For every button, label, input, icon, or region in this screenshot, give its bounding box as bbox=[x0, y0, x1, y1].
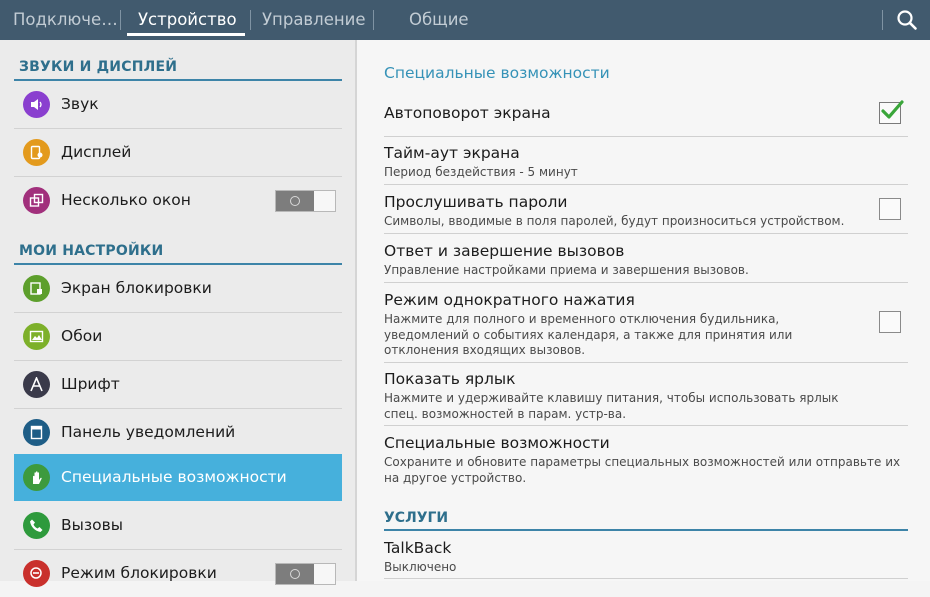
setting-subtitle: Символы, вводимые в поля паролей, будут … bbox=[384, 214, 845, 228]
speaker-icon bbox=[23, 91, 50, 118]
tab-separator bbox=[373, 10, 374, 30]
setting-title: Автоповорот экрана bbox=[384, 104, 551, 122]
setting-title: Специальные возможности bbox=[384, 434, 610, 452]
sidebar-item-accessibility[interactable]: Специальные возможности bbox=[14, 454, 342, 501]
section-divider bbox=[384, 529, 908, 531]
sidebar-item-calls[interactable]: Вызовы bbox=[14, 502, 342, 549]
sidebar-item-label: Экран блокировки bbox=[61, 279, 212, 297]
multi-window-toggle[interactable] bbox=[275, 190, 336, 212]
setting-talkback[interactable]: TalkBack Выключено bbox=[384, 538, 908, 576]
font-icon bbox=[23, 371, 50, 398]
toggle-knob bbox=[276, 564, 314, 584]
page-title: Специальные возможности bbox=[384, 64, 610, 82]
list-divider bbox=[384, 362, 908, 363]
sidebar-item-label: Панель уведомлений bbox=[61, 423, 236, 441]
multi-window-icon bbox=[23, 187, 50, 214]
setting-subtitle: Выключено bbox=[384, 560, 457, 574]
section-header-services: УСЛУГИ bbox=[384, 510, 449, 526]
list-divider bbox=[384, 425, 908, 426]
setting-speak-passwords[interactable]: Прослушивать пароли Символы, вводимые в … bbox=[384, 192, 908, 230]
display-icon bbox=[23, 139, 50, 166]
setting-subtitle: Сохраните и обновите параметры специальн… bbox=[384, 455, 901, 485]
setting-subtitle: Период бездействия - 5 минут bbox=[384, 165, 578, 179]
setting-auto-rotate[interactable]: Автоповорот экрана bbox=[384, 103, 908, 123]
list-divider bbox=[384, 136, 908, 137]
lock-screen-icon bbox=[23, 275, 50, 302]
setting-single-tap-mode[interactable]: Режим однократного нажатия Нажмите для п… bbox=[384, 290, 908, 359]
tab-general[interactable]: Общие bbox=[409, 0, 469, 40]
setting-subtitle: Нажмите и удерживайте клавишу питания, ч… bbox=[384, 391, 839, 421]
speak-passwords-checkbox[interactable] bbox=[879, 198, 901, 220]
notification-panel-icon bbox=[23, 419, 50, 446]
tab-connections[interactable]: Подключе… bbox=[13, 0, 118, 40]
setting-screen-timeout[interactable]: Тайм-аут экрана Период бездействия - 5 м… bbox=[384, 143, 908, 181]
tab-separator bbox=[882, 10, 883, 30]
setting-title: Режим однократного нажатия bbox=[384, 291, 635, 309]
section-header-my-settings: МОИ НАСТРОЙКИ bbox=[19, 243, 164, 259]
list-divider bbox=[384, 233, 908, 234]
sidebar-item-label: Шрифт bbox=[61, 375, 120, 393]
accessibility-hand-icon bbox=[23, 464, 50, 491]
sidebar-item-font[interactable]: Шрифт bbox=[14, 361, 342, 408]
sidebar-item-label: Режим блокировки bbox=[61, 564, 217, 582]
sidebar-item-multi-window[interactable]: Несколько окон bbox=[14, 177, 342, 224]
sidebar-item-display[interactable]: Дисплей bbox=[14, 129, 342, 176]
sidebar-item-label: Несколько окон bbox=[61, 191, 191, 209]
sidebar-item-notification-panel[interactable]: Панель уведомлений bbox=[14, 409, 342, 456]
setting-title: Тайм-аут экрана bbox=[384, 144, 520, 162]
checkmark-icon bbox=[881, 100, 904, 119]
sidebar-item-label: Дисплей bbox=[61, 143, 132, 161]
list-divider bbox=[384, 578, 908, 579]
list-divider bbox=[384, 184, 908, 185]
setting-title: Ответ и завершение вызовов bbox=[384, 242, 625, 260]
setting-subtitle: Нажмите для полного и временного отключе… bbox=[384, 312, 793, 357]
tab-controls[interactable]: Управление bbox=[262, 0, 366, 40]
sidebar-item-wallpaper[interactable]: Обои bbox=[14, 313, 342, 360]
sidebar-item-label: Звук bbox=[61, 95, 99, 113]
toggle-knob bbox=[276, 191, 314, 211]
sidebar-item-blocking-mode[interactable]: Режим блокировки bbox=[14, 550, 342, 597]
sidebar-item-label: Обои bbox=[61, 327, 103, 345]
sidebar-item-label: Вызовы bbox=[61, 516, 123, 534]
setting-title: Прослушивать пароли bbox=[384, 193, 568, 211]
single-tap-mode-checkbox[interactable] bbox=[879, 311, 901, 333]
phone-icon bbox=[23, 512, 50, 539]
setting-subtitle: Управление настройками приема и завершен… bbox=[384, 263, 749, 277]
setting-show-shortcut[interactable]: Показать ярлык Нажмите и удерживайте кла… bbox=[384, 369, 908, 422]
tab-separator bbox=[120, 10, 121, 30]
tab-separator bbox=[250, 10, 251, 30]
sidebar-item-sound[interactable]: Звук bbox=[14, 81, 342, 128]
list-divider bbox=[384, 282, 908, 283]
wallpaper-icon bbox=[23, 323, 50, 350]
setting-answer-end-calls[interactable]: Ответ и завершение вызовов Управление на… bbox=[384, 241, 908, 279]
setting-manage-accessibility[interactable]: Специальные возможности Сохраните и обно… bbox=[384, 433, 908, 486]
setting-title: TalkBack bbox=[384, 539, 452, 557]
blocking-mode-toggle[interactable] bbox=[275, 563, 336, 585]
top-tab-bar: Подключе… Устройство Управление Общие bbox=[0, 0, 930, 40]
setting-title: Показать ярлык bbox=[384, 370, 516, 388]
search-icon[interactable] bbox=[893, 6, 921, 34]
block-mode-icon bbox=[23, 560, 50, 587]
sidebar-item-lock-screen[interactable]: Экран блокировки bbox=[14, 265, 342, 312]
auto-rotate-checkbox[interactable] bbox=[879, 100, 904, 124]
section-header-sound-display: ЗВУКИ И ДИСПЛЕЙ bbox=[19, 59, 178, 75]
active-tab-indicator bbox=[127, 33, 245, 36]
sidebar-item-label: Специальные возможности bbox=[61, 468, 287, 486]
